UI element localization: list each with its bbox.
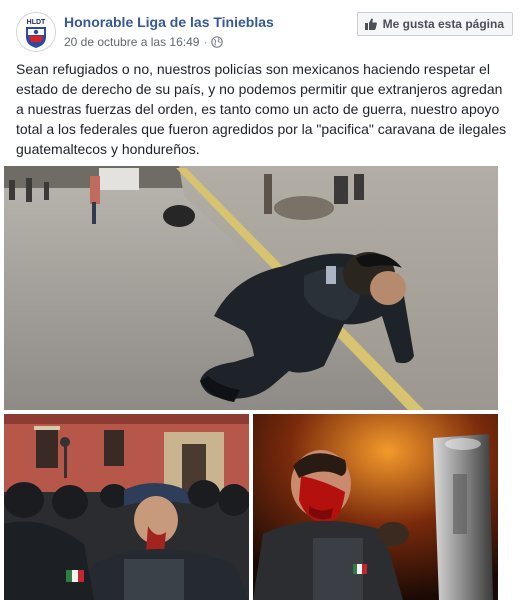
page-name-link[interactable]: Honorable Liga de las Tinieblas bbox=[64, 14, 274, 30]
meta-separator: · bbox=[203, 35, 208, 49]
like-page-label: Me gusta esta página bbox=[382, 17, 504, 31]
post-timestamp[interactable]: 20 de octubre a las 16:49 bbox=[64, 35, 199, 49]
globe-icon[interactable] bbox=[211, 36, 224, 48]
thumbs-up-icon bbox=[364, 18, 377, 30]
post-meta: 20 de octubre a las 16:49 · bbox=[64, 34, 224, 50]
page-avatar[interactable]: HLDT bbox=[16, 12, 56, 52]
bloodied-officer-crowd-photo[interactable] bbox=[4, 414, 249, 600]
bloodied-officer-shield-photo[interactable] bbox=[253, 414, 498, 600]
hldt-logo-icon: HLDT bbox=[17, 13, 55, 51]
like-page-button[interactable]: Me gusta esta página bbox=[356, 12, 513, 36]
post-body-text: Sean refugiados o no, nuestros policías … bbox=[16, 61, 507, 157]
kneeling-officer-photo[interactable] bbox=[4, 166, 498, 410]
facebook-post: HLDT Honorable Liga de las Tinieblas 20 … bbox=[0, 0, 522, 600]
svg-text:HLDT: HLDT bbox=[27, 19, 46, 26]
